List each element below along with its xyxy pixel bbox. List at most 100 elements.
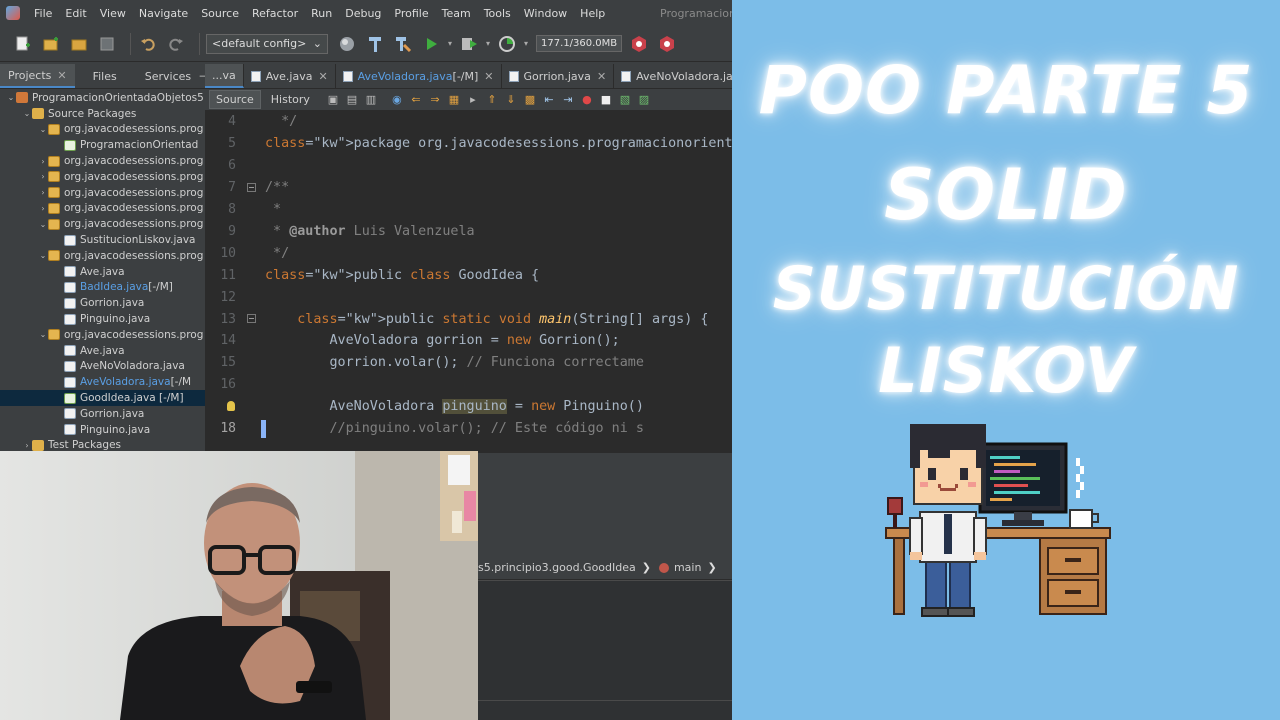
menu-help[interactable]: Help <box>580 7 605 20</box>
breadcrumb-class[interactable]: s5.principio3.good.GoodIdea <box>478 561 636 574</box>
tree-node[interactable]: ⌄ org.javacodesessions.prog <box>0 248 205 264</box>
menu-window[interactable]: Window <box>524 7 567 20</box>
close-icon[interactable]: ✕ <box>597 70 606 83</box>
source-view-button[interactable]: Source <box>209 90 261 109</box>
record-macro-icon[interactable]: ● <box>580 93 594 106</box>
menu-tools[interactable]: Tools <box>484 7 511 20</box>
build-hammer-icon[interactable] <box>364 33 386 55</box>
undo-icon[interactable] <box>137 33 159 55</box>
tab-services[interactable]: Services <box>137 64 199 88</box>
tree-node[interactable]: Pinguino.java <box>0 311 205 327</box>
code-line[interactable]: 7 /** <box>205 177 732 199</box>
gc-icon[interactable] <box>628 33 650 55</box>
memory-indicator[interactable]: 177.1/360.0MB <box>536 35 623 52</box>
chevron-right-icon[interactable]: › <box>22 441 32 450</box>
chevron-down-icon[interactable]: ⌄ <box>38 330 48 339</box>
code-line[interactable]: 14 AveVoladora gorrion = new Gorrion(); <box>205 330 732 352</box>
config-select[interactable]: <default config> ⌄ <box>206 33 328 54</box>
editor-tab[interactable]: AveNoVoladora.java✕ <box>614 64 732 88</box>
tree-node[interactable]: Ave.java <box>0 264 205 280</box>
find-next-icon[interactable]: ⇒ <box>428 93 442 106</box>
save-all-icon[interactable] <box>96 33 118 55</box>
new-project-icon[interactable] <box>40 33 62 55</box>
chevron-right-icon[interactable]: › <box>38 188 48 197</box>
code-line[interactable]: 10 */ <box>205 242 732 264</box>
open-project-icon[interactable] <box>68 33 90 55</box>
toggle-highlight-icon[interactable]: ▦ <box>447 93 461 106</box>
code-line[interactable]: 8 * <box>205 199 732 221</box>
menu-profile[interactable]: Profile <box>394 7 428 20</box>
debug-icon[interactable] <box>458 33 480 55</box>
menu-debug[interactable]: Debug <box>345 7 381 20</box>
code-line[interactable]: 12 <box>205 286 732 308</box>
menu-file[interactable]: File <box>34 7 52 20</box>
tree-node[interactable]: GoodIdea.java [-/M] <box>0 390 205 406</box>
tab-files[interactable]: Files <box>85 64 125 88</box>
comment-icon[interactable]: ▧ <box>618 93 632 106</box>
code-line[interactable]: 6 <box>205 155 732 177</box>
profile-dropdown-icon[interactable]: ▾ <box>524 39 528 48</box>
close-icon[interactable]: ✕ <box>484 70 493 83</box>
chevron-right-icon[interactable]: › <box>38 172 48 181</box>
code-line[interactable]: 18 //pinguino.volar(); // Este código ni… <box>205 418 732 440</box>
new-file-icon[interactable] <box>12 33 34 55</box>
history-view-button[interactable]: History <box>265 91 316 108</box>
tree-node[interactable]: AveNoVoladora.java <box>0 359 205 375</box>
tree-node[interactable]: SustitucionLiskov.java <box>0 232 205 248</box>
editor-tab[interactable]: AveVoladora.java [-/M] ✕ <box>336 64 502 88</box>
tree-node[interactable]: AveVoladora.java [-/M <box>0 374 205 390</box>
code-line[interactable]: 4 */ <box>205 111 732 133</box>
tree-node[interactable]: ⌄ Source Packages <box>0 106 205 122</box>
prev-bookmark-icon[interactable]: ⇑ <box>485 93 499 106</box>
menu-edit[interactable]: Edit <box>65 7 86 20</box>
tree-node[interactable]: ⌄ org.javacodesessions.prog <box>0 122 205 138</box>
code-line[interactable]: 11 class="kw">public class GoodIdea { <box>205 264 732 286</box>
code-line[interactable]: 15 gorrion.volar(); // Funciona correcta… <box>205 352 732 374</box>
fold-toggle-icon[interactable] <box>241 308 265 330</box>
tree-node[interactable]: ⌄ ProgramacionOrientadaObjetos5 <box>0 90 205 106</box>
back-icon[interactable]: ▤ <box>345 93 359 106</box>
tree-node[interactable]: ⌄ org.javacodesessions.prog <box>0 216 205 232</box>
tree-node[interactable]: Gorrion.java <box>0 406 205 422</box>
find-icon[interactable]: ◉ <box>390 93 404 106</box>
toggle-rect-select-icon[interactable]: ▸ <box>466 93 480 106</box>
run-icon[interactable] <box>420 33 442 55</box>
shift-left-icon[interactable]: ⇤ <box>542 93 556 106</box>
tree-node[interactable]: Pinguino.java <box>0 422 205 438</box>
tree-node[interactable]: › org.javacodesessions.prog <box>0 201 205 217</box>
tree-node[interactable]: › org.javacodesessions.prog <box>0 153 205 169</box>
code-line[interactable]: AveNoVoladora pinguino = new Pinguino() <box>205 396 732 418</box>
tree-node[interactable]: Ave.java <box>0 343 205 359</box>
chevron-right-icon[interactable]: › <box>38 204 48 213</box>
editor-tab[interactable]: Gorrion.java ✕ <box>502 64 615 88</box>
tree-node[interactable]: ProgramacionOrientad <box>0 137 205 153</box>
next-bookmark-icon[interactable]: ⇓ <box>504 93 518 106</box>
clean-build-icon[interactable] <box>392 33 414 55</box>
menu-view[interactable]: View <box>100 7 126 20</box>
debug-dropdown-icon[interactable]: ▾ <box>486 39 490 48</box>
tree-node[interactable]: ⌄ org.javacodesessions.prog <box>0 327 205 343</box>
chevron-right-icon[interactable]: › <box>38 157 48 166</box>
profiler-snapshot-icon[interactable] <box>656 33 678 55</box>
menu-run[interactable]: Run <box>311 7 332 20</box>
tree-node[interactable]: › org.javacodesessions.prog <box>0 169 205 185</box>
code-line[interactable]: 13 class="kw">public static void main(St… <box>205 308 732 330</box>
redo-icon[interactable] <box>165 33 187 55</box>
breadcrumb-method[interactable]: main <box>674 561 701 574</box>
code-line[interactable]: 5 class="kw">package org.javacodesessions… <box>205 133 732 155</box>
profile-icon[interactable] <box>496 33 518 55</box>
chevron-down-icon[interactable]: ⌄ <box>38 220 48 229</box>
editor-tab[interactable]: ...va <box>205 64 244 88</box>
stop-macro-icon[interactable]: ■ <box>599 93 613 106</box>
tree-node[interactable]: Gorrion.java <box>0 295 205 311</box>
run-dropdown-icon[interactable]: ▾ <box>448 39 452 48</box>
code-line[interactable]: 9 * @author Luis Valenzuela <box>205 221 732 243</box>
fold-toggle-icon[interactable] <box>241 177 265 199</box>
chevron-down-icon[interactable]: ⌄ <box>22 109 32 118</box>
find-previous-icon[interactable]: ⇐ <box>409 93 423 106</box>
code-line[interactable]: 16 <box>205 374 732 396</box>
uncomment-icon[interactable]: ▨ <box>637 93 651 106</box>
close-icon[interactable]: ✕ <box>57 69 66 82</box>
shift-right-icon[interactable]: ⇥ <box>561 93 575 106</box>
editor-tab[interactable]: Ave.java ✕ <box>244 64 336 88</box>
